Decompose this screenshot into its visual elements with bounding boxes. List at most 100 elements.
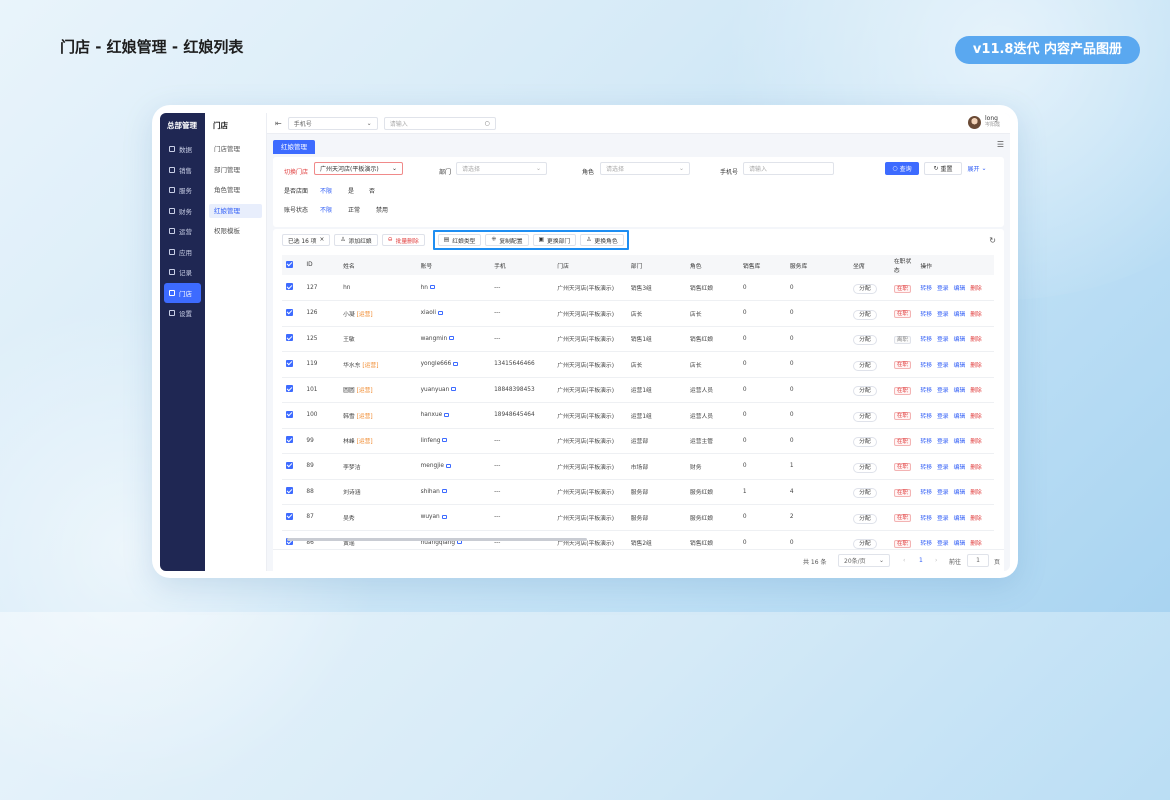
- user-menu[interactable]: long 岑阳霞: [967, 115, 1000, 129]
- delete-link[interactable]: 删除: [970, 337, 982, 343]
- edit-link[interactable]: 编辑: [954, 439, 966, 445]
- row-checkbox[interactable]: [286, 334, 293, 342]
- sidebar-item-1[interactable]: 销售: [160, 160, 205, 181]
- sidebar-item-5[interactable]: 应用: [160, 242, 205, 263]
- batch-delete-button[interactable]: ⊖ 批量删除: [381, 234, 425, 246]
- login-link[interactable]: 登录: [937, 541, 949, 547]
- close-icon[interactable]: ×: [319, 237, 324, 243]
- delete-link[interactable]: 删除: [970, 363, 982, 369]
- chat-icon[interactable]: [429, 285, 435, 289]
- type-button[interactable]: ▤ 红娘类型: [437, 234, 482, 246]
- row-checkbox[interactable]: [286, 359, 293, 367]
- chat-icon[interactable]: [444, 412, 450, 417]
- assign-button[interactable]: 分配: [853, 411, 877, 422]
- submenu-item-2[interactable]: 角色管理: [205, 180, 266, 201]
- delete-link[interactable]: 删除: [970, 286, 982, 292]
- onboard-option-no[interactable]: 否: [369, 186, 375, 195]
- sidebar-item-0[interactable]: 数据: [160, 139, 205, 160]
- transfer-link[interactable]: 转移: [920, 516, 932, 522]
- assign-button[interactable]: 分配: [853, 386, 877, 397]
- transfer-link[interactable]: 转移: [920, 490, 932, 496]
- search-type-select[interactable]: 手机号 ⌄: [287, 116, 378, 130]
- role-select[interactable]: 请选择 ⌄: [600, 162, 690, 175]
- page-current[interactable]: 1: [919, 557, 923, 564]
- sidebar-item-6[interactable]: 记录: [160, 262, 205, 283]
- assign-button[interactable]: 分配: [853, 360, 877, 371]
- delete-link[interactable]: 删除: [970, 439, 982, 445]
- delete-link[interactable]: 删除: [970, 490, 982, 496]
- add-matchmaker-button[interactable]: ♙ 添加红娘: [334, 234, 378, 246]
- chat-icon[interactable]: [441, 489, 447, 494]
- login-link[interactable]: 登录: [937, 286, 949, 292]
- edit-link[interactable]: 编辑: [954, 541, 966, 547]
- chat-icon[interactable]: [441, 514, 447, 519]
- chat-icon[interactable]: [451, 387, 457, 392]
- onboard-option-any[interactable]: 不限: [320, 186, 332, 195]
- page-size-select[interactable]: 20条/页 ⌄: [838, 554, 890, 567]
- query-button[interactable]: ○ 查询: [885, 162, 919, 175]
- account-option-any[interactable]: 不限: [320, 205, 332, 214]
- change-role-button[interactable]: ♙ 更换角色: [580, 234, 624, 246]
- refresh-icon[interactable]: ↻: [989, 236, 996, 245]
- assign-button[interactable]: 分配: [853, 284, 877, 294]
- submenu-item-0[interactable]: 门店管理: [205, 139, 266, 160]
- assign-button[interactable]: 分配: [853, 309, 877, 320]
- next-page-icon[interactable]: ›: [935, 557, 937, 564]
- transfer-link[interactable]: 转移: [920, 337, 932, 343]
- submenu-item-4[interactable]: 权限模板: [205, 221, 266, 242]
- sidebar-item-7[interactable]: 门店: [164, 282, 201, 303]
- sidebar-item-3[interactable]: 财务: [160, 201, 205, 222]
- row-checkbox[interactable]: [286, 487, 293, 495]
- transfer-link[interactable]: 转移: [920, 363, 932, 369]
- edit-link[interactable]: 编辑: [954, 363, 966, 369]
- menu-icon[interactable]: ☰: [997, 140, 1004, 149]
- account-option-normal[interactable]: 正常: [348, 205, 360, 214]
- login-link[interactable]: 登录: [937, 490, 949, 496]
- edit-link[interactable]: 编辑: [954, 465, 966, 471]
- login-link[interactable]: 登录: [937, 414, 949, 420]
- edit-link[interactable]: 编辑: [954, 414, 966, 420]
- reset-button[interactable]: ↻ 重置: [924, 162, 962, 175]
- login-link[interactable]: 登录: [937, 363, 949, 369]
- login-link[interactable]: 登录: [937, 312, 949, 318]
- transfer-link[interactable]: 转移: [920, 439, 932, 445]
- store-select[interactable]: 广州天河店(平板演示) ⌄: [314, 162, 403, 175]
- edit-link[interactable]: 编辑: [954, 337, 966, 343]
- submenu-item-1[interactable]: 部门管理: [205, 160, 266, 181]
- chat-icon[interactable]: [449, 336, 455, 341]
- delete-link[interactable]: 删除: [970, 465, 982, 471]
- horizontal-scrollbar[interactable]: [287, 538, 587, 541]
- prev-page-icon[interactable]: ‹: [903, 557, 905, 564]
- dept-select[interactable]: 请选择 ⌄: [456, 162, 547, 175]
- login-link[interactable]: 登录: [937, 516, 949, 522]
- transfer-link[interactable]: 转移: [920, 541, 932, 547]
- chat-icon[interactable]: [445, 463, 451, 468]
- account-option-disabled[interactable]: 禁用: [376, 205, 388, 214]
- sidebar-item-4[interactable]: 运营: [160, 221, 205, 242]
- delete-link[interactable]: 删除: [970, 541, 982, 547]
- edit-link[interactable]: 编辑: [954, 388, 966, 394]
- sidebar-item-8[interactable]: 设置: [160, 303, 205, 324]
- assign-button[interactable]: 分配: [853, 539, 877, 550]
- tab-matchmaker[interactable]: 红娘管理: [273, 140, 315, 154]
- goto-input[interactable]: 1: [967, 554, 989, 567]
- edit-link[interactable]: 编辑: [954, 516, 966, 522]
- row-checkbox[interactable]: [286, 512, 293, 520]
- transfer-link[interactable]: 转移: [920, 414, 932, 420]
- submenu-item-3[interactable]: 红娘管理: [209, 203, 262, 218]
- assign-button[interactable]: 分配: [853, 462, 877, 473]
- chat-icon[interactable]: [442, 438, 448, 443]
- transfer-link[interactable]: 转移: [920, 465, 932, 471]
- row-checkbox[interactable]: [286, 283, 293, 290]
- edit-link[interactable]: 编辑: [954, 490, 966, 496]
- assign-button[interactable]: 分配: [853, 335, 877, 346]
- collapse-menu-icon[interactable]: ⇤: [275, 119, 282, 128]
- edit-link[interactable]: 编辑: [954, 286, 966, 292]
- chat-icon[interactable]: [453, 361, 459, 366]
- phone-input[interactable]: 请输入: [743, 162, 834, 175]
- row-checkbox[interactable]: [286, 436, 293, 444]
- selected-count[interactable]: 已选 16 项 ×: [282, 234, 331, 246]
- assign-button[interactable]: 分配: [853, 437, 877, 448]
- delete-link[interactable]: 删除: [970, 414, 982, 420]
- delete-link[interactable]: 删除: [970, 312, 982, 318]
